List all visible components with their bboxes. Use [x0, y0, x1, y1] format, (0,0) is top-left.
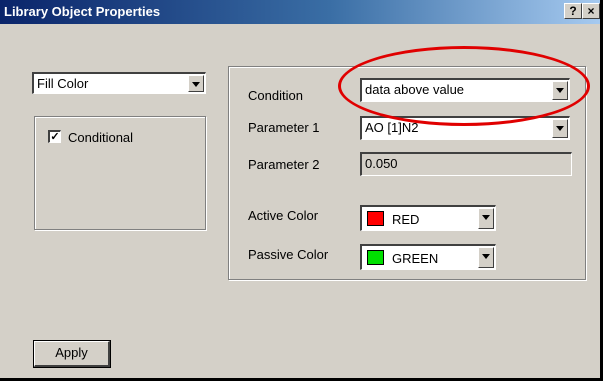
active-color-label: Active Color — [248, 208, 319, 223]
passive-color-dropdown[interactable]: GREEN — [360, 244, 496, 270]
condition-dropdown-value: data above value — [365, 82, 465, 97]
chevron-down-icon[interactable] — [552, 119, 568, 138]
parameter2-label: Parameter 2 — [248, 157, 320, 172]
passive-color-value: GREEN — [392, 251, 439, 266]
apply-button[interactable]: Apply — [33, 340, 111, 368]
conditional-checkbox[interactable]: ✓ — [48, 130, 61, 143]
parameter2-field[interactable]: 0.050 — [360, 152, 572, 176]
parameter1-dropdown[interactable]: AO [1]N2 — [360, 116, 570, 140]
window-title: Library Object Properties — [4, 4, 161, 19]
passive-color-label: Passive Color — [248, 247, 329, 262]
condition-dropdown[interactable]: data above value — [360, 78, 570, 102]
parameter1-label: Parameter 1 — [248, 120, 320, 135]
active-color-dropdown[interactable]: RED — [360, 205, 496, 231]
property-dropdown[interactable]: Fill Color — [32, 72, 206, 94]
parameter1-dropdown-value: AO [1]N2 — [365, 120, 419, 135]
active-color-swatch — [367, 211, 384, 226]
condition-label: Condition — [248, 88, 303, 103]
chevron-down-icon[interactable] — [552, 81, 568, 100]
chevron-down-icon[interactable] — [188, 75, 204, 92]
library-object-properties-dialog: Library Object Properties ? × Fill Color… — [0, 0, 603, 381]
chevron-down-icon[interactable] — [478, 247, 494, 268]
help-button[interactable]: ? — [564, 3, 582, 19]
passive-color-swatch — [367, 250, 384, 265]
conditional-label: Conditional — [68, 130, 134, 145]
parameter2-value: 0.050 — [365, 156, 398, 171]
active-color-value: RED — [392, 212, 420, 227]
close-button[interactable]: × — [582, 3, 600, 19]
chevron-down-icon[interactable] — [478, 208, 494, 229]
title-bar[interactable]: Library Object Properties ? × — [0, 0, 600, 24]
property-dropdown-value: Fill Color — [37, 76, 89, 91]
